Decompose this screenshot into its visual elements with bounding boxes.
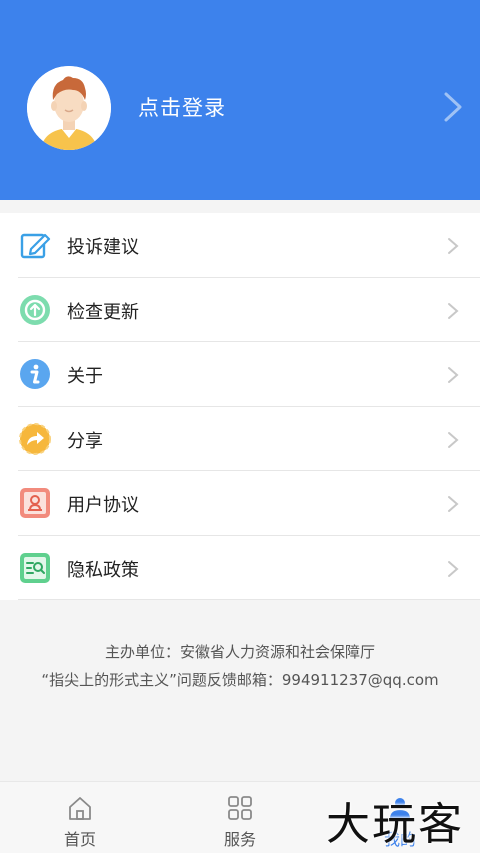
chevron-right-icon[interactable] [440,90,466,124]
share-icon [19,422,51,455]
chevron-right-icon [448,302,459,319]
grid-icon [228,796,252,820]
chevron-right-icon [448,431,459,448]
avatar-icon [27,66,111,150]
info-icon [20,359,50,389]
home-icon [69,797,91,820]
menu-item-label: 用户协议 [67,495,139,516]
avatar[interactable] [27,66,111,150]
menu-item-label: 隐私政策 [67,559,139,581]
update-icon [20,294,50,325]
profile-header[interactable]: 点击登录 [0,0,480,200]
chevron-right-icon [448,560,459,577]
watermark: 大玩客 [326,799,464,850]
chevron-right-icon [448,496,459,512]
footer-info: 主办单位：安徽省人力资源和社会保障厅 “指尖上的形式主义”问题反馈邮箱：9949… [0,638,480,694]
menu-item-complaint[interactable]: 投诉建议 [0,213,480,278]
tab-home[interactable]: 首页 [0,782,160,853]
user-agreement-icon [20,488,50,518]
chevron-right-icon [448,367,459,383]
menu-item-share[interactable]: 分享 [0,406,480,471]
tab-services[interactable]: 服务 [160,782,320,853]
divider [18,599,480,600]
menu-item-label: 检查更新 [67,301,139,323]
menu-item-check-update[interactable]: 检查更新 [0,277,480,342]
menu-item-label: 投诉建议 [67,237,139,258]
menu-item-privacy-policy[interactable]: 隐私政策 [0,535,480,600]
sponsor-text: 主办单位：安徽省人力资源和社会保障厅 [104,643,375,661]
login-label[interactable]: 点击登录 [138,92,226,122]
menu-item-label: 分享 [67,430,103,452]
menu-item-about[interactable]: 关于 [0,342,480,407]
edit-icon [20,233,51,259]
feedback-email-text: “指尖上的形式主义”问题反馈邮箱：994911237@qq.com [41,671,439,689]
tab-label: 首页 [63,830,96,849]
privacy-policy-icon [20,552,50,583]
tab-label: 服务 [223,830,256,849]
menu-list: 投诉建议 检查更新 关于 分享 用户协议 隐私政策 [0,213,480,600]
menu-item-user-agreement[interactable]: 用户协议 [0,471,480,536]
menu-item-label: 关于 [67,366,103,387]
chevron-right-icon [448,238,459,254]
